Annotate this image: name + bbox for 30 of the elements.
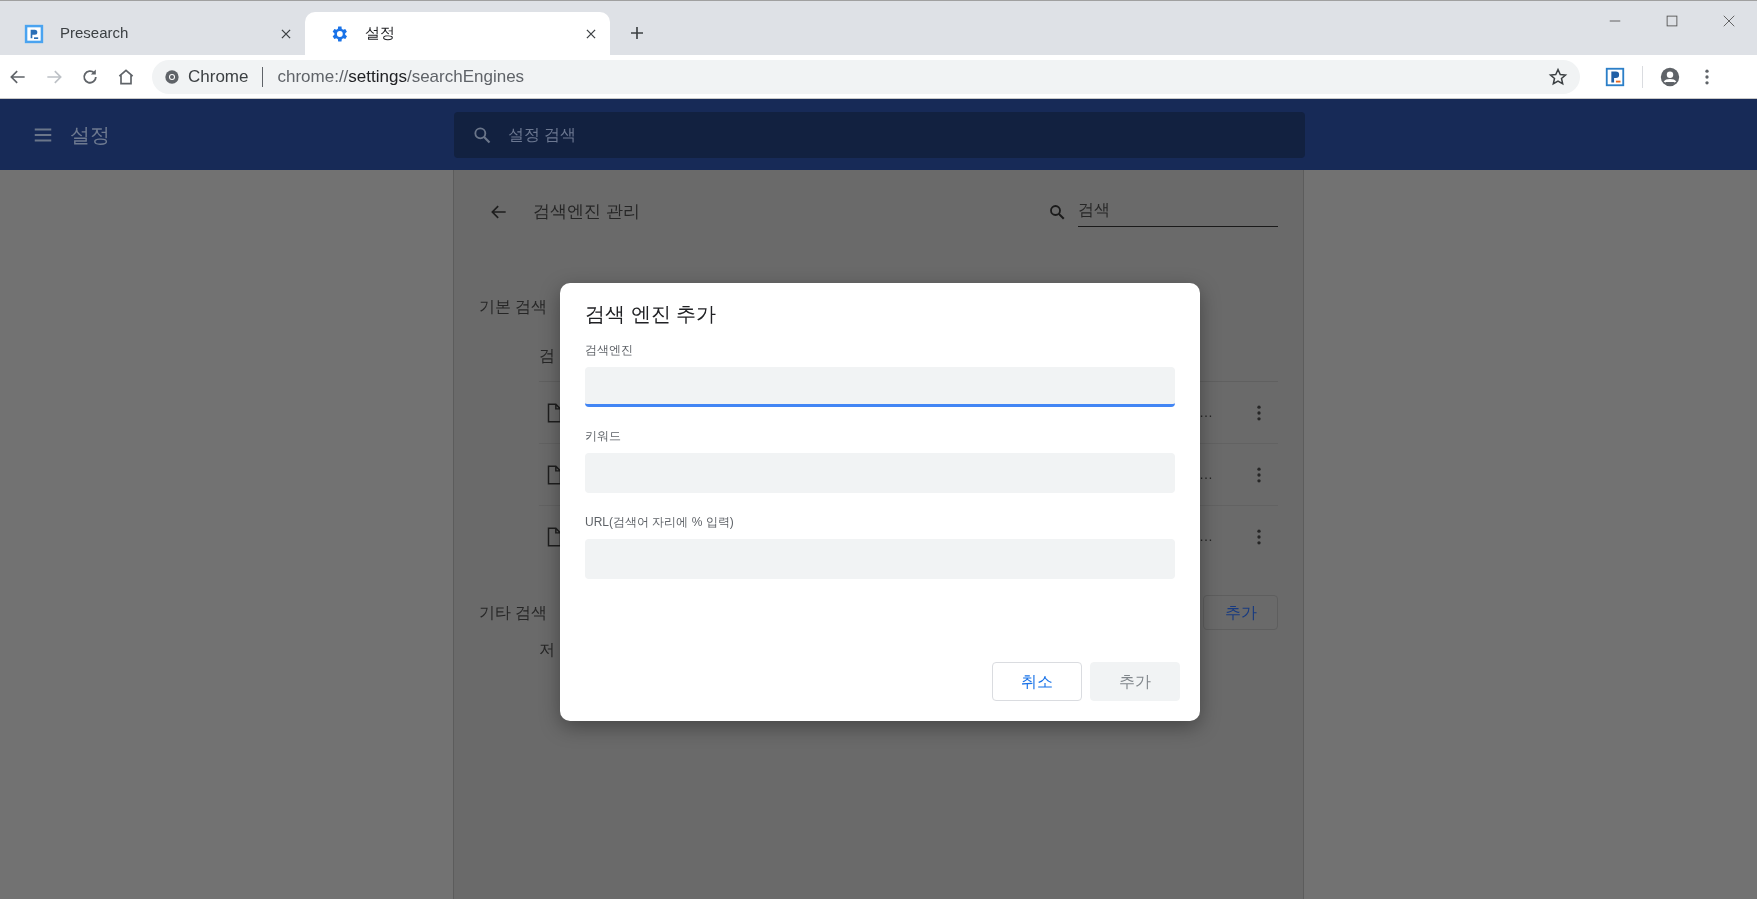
search-field[interactable]: 검색 <box>1078 197 1278 227</box>
settings-search-field[interactable]: 설정 검색 <box>454 111 1305 158</box>
truncated-text: … <box>1199 527 1213 546</box>
list-text: 저 <box>539 640 556 660</box>
input-field[interactable] <box>585 367 1175 407</box>
field-label: 키워드 <box>585 428 622 445</box>
site-label: Chrome <box>188 65 249 88</box>
page-title: 설정 <box>70 122 110 148</box>
cancel-button[interactable]: 취소 <box>992 662 1082 701</box>
truncated-text: … <box>1199 403 1213 422</box>
search-icon <box>1048 203 1066 221</box>
star-icon[interactable] <box>1548 66 1568 87</box>
site-info-icon <box>164 68 180 85</box>
p-logo-icon <box>24 23 44 44</box>
browser-tab[interactable]: Presearch <box>0 12 305 55</box>
browser-tab[interactable]: 설정 <box>305 12 610 55</box>
address-bar[interactable]: Chrome chrome://settings/searchEngines <box>152 59 1580 94</box>
account-icon[interactable] <box>1659 65 1681 88</box>
field-label: 검색엔진 <box>585 342 634 359</box>
truncated-text: … <box>1199 465 1213 484</box>
extension-icon[interactable] <box>1604 65 1626 88</box>
column-header: 검 <box>539 346 556 366</box>
section-title: 검색엔진 관리 <box>533 201 641 224</box>
field-label: URL(검색어 자리에 % 입력) <box>585 514 735 531</box>
section-heading: 기타 검색 <box>479 603 548 621</box>
new-tab-icon[interactable] <box>628 24 646 42</box>
url-text: chrome://settings/searchEngines <box>277 65 526 88</box>
dialog-title: 검색 엔진 추가 <box>585 302 718 327</box>
search-icon <box>472 124 492 145</box>
section-heading: 기본 검색 <box>479 297 549 317</box>
